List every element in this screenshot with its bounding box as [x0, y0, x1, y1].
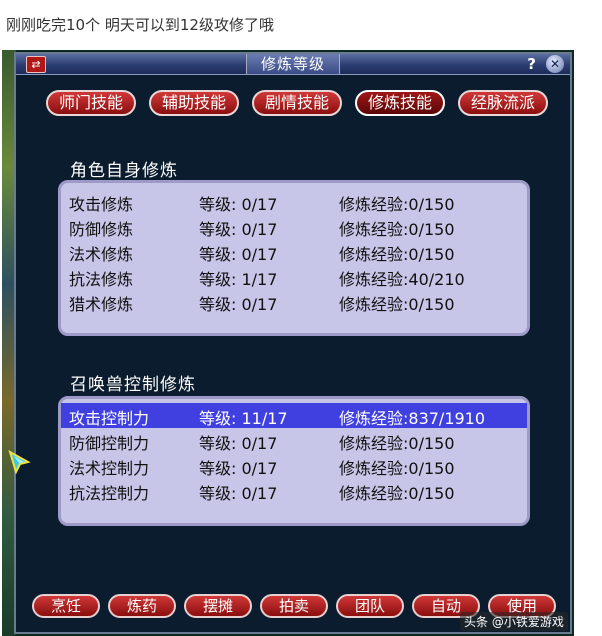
char-section-title: 角色自身修炼 — [70, 161, 178, 181]
close-icon[interactable]: ✕ — [546, 55, 564, 73]
window-title: 修炼等级 — [245, 54, 341, 74]
help-icon[interactable]: ? — [527, 55, 536, 73]
window-titlebar[interactable]: ⇄ 修炼等级 ? ✕ — [16, 54, 570, 75]
char-cultivation-panel: 攻击修炼 等级: 0/17 修炼经验:0/150 防御修炼 等级: 0/17 修炼经验:… — [58, 180, 530, 336]
tab-meridian-school[interactable]: 经脉流派 — [458, 90, 548, 116]
auction-button[interactable]: 拍卖 — [260, 594, 328, 618]
alchemy-button[interactable]: 炼药 — [108, 594, 176, 618]
pet-section-title: 召唤兽控制修炼 — [70, 375, 196, 395]
pet-cultivation-panel: 攻击控制力 等级: 11/17 修炼经验:837/1910 防御控制力 等级: 0/1… — [58, 396, 530, 526]
list-item[interactable]: 法术控制力 等级: 0/17 修炼经验:0/150 — [61, 453, 527, 478]
skill-tabs: 师门技能 辅助技能 剧情技能 修炼技能 经脉流派 — [46, 90, 548, 116]
list-item[interactable]: 猎术修炼 等级: 0/17 修炼经验:0/150 — [61, 289, 527, 314]
cooking-button[interactable]: 烹饪 — [32, 594, 100, 618]
post-caption: 刚刚吃完10个 明天可以到12级攻修了哦 — [6, 16, 274, 34]
list-item[interactable]: 法术修炼 等级: 0/17 修炼经验:0/150 — [61, 239, 527, 264]
list-item[interactable]: 防御控制力 等级: 0/17 修炼经验:0/150 — [61, 428, 527, 453]
stall-button[interactable]: 摆摊 — [184, 594, 252, 618]
cultivation-window: ⇄ 修炼等级 ? ✕ 师门技能 辅助技能 剧情技能 修炼技能 经脉流派 角色自身… — [14, 52, 572, 634]
list-item[interactable]: 抗法控制力 等级: 0/17 修炼经验:0/150 — [61, 478, 527, 503]
game-screen: ⇄ 修炼等级 ? ✕ 师门技能 辅助技能 剧情技能 修炼技能 经脉流派 角色自身… — [2, 50, 574, 636]
tab-story-skills[interactable]: 剧情技能 — [252, 90, 342, 116]
team-button[interactable]: 团队 — [336, 594, 404, 618]
list-item[interactable]: 抗法修炼 等级: 1/17 修炼经验:40/210 — [61, 264, 527, 289]
cursor-gem-icon — [8, 449, 31, 474]
list-item-selected[interactable]: 攻击控制力 等级: 11/17 修炼经验:837/1910 — [61, 403, 527, 428]
watermark: 头条 @小铁爱游戏 — [460, 612, 568, 631]
list-item[interactable]: 防御修炼 等级: 0/17 修炼经验:0/150 — [61, 214, 527, 239]
tab-assist-skills[interactable]: 辅助技能 — [149, 90, 239, 116]
tab-cultivation-skills[interactable]: 修炼技能 — [355, 90, 445, 116]
tab-school-skills[interactable]: 师门技能 — [46, 90, 136, 116]
list-item[interactable]: 攻击修炼 等级: 0/17 修炼经验:0/150 — [61, 189, 527, 214]
swap-icon[interactable]: ⇄ — [26, 56, 46, 73]
